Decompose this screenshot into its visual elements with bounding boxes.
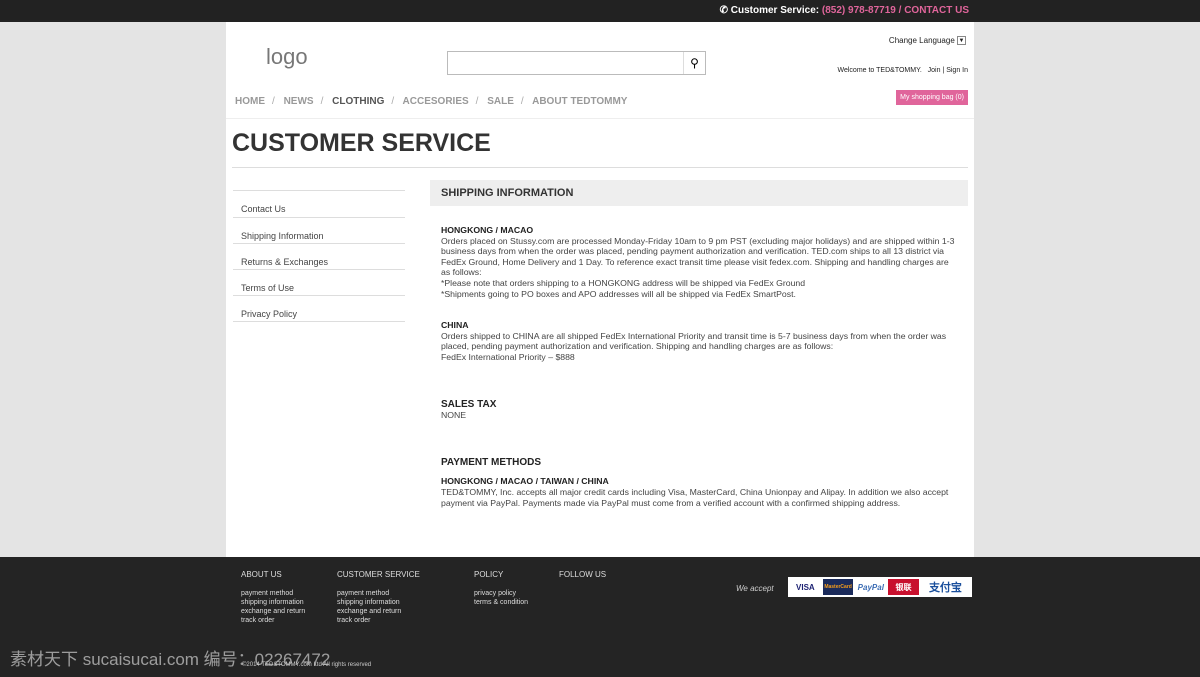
separator: /: [895, 5, 905, 16]
china-text: Orders shipped to CHINA are all shipped …: [441, 330, 947, 352]
footer-service: CUSTOMER SERVICE payment method shipping…: [337, 570, 420, 625]
footer-link[interactable]: exchange and return: [241, 607, 305, 616]
footer-policy: POLICY privacy policy terms & condition: [474, 570, 528, 607]
footer-about: ABOUT US payment method shipping informa…: [241, 570, 305, 625]
footer-link[interactable]: payment method: [337, 589, 420, 598]
nav-news[interactable]: NEWS: [284, 96, 314, 107]
we-accept-label: We accept: [736, 584, 774, 593]
sidebar-item-terms[interactable]: Terms of Use: [233, 270, 405, 296]
section-heading: SHIPPING INFORMATION: [430, 180, 968, 206]
footer-link[interactable]: track order: [241, 616, 305, 625]
logo[interactable]: logo: [266, 44, 308, 70]
footer-heading: POLICY: [474, 570, 504, 579]
sidebar-item-contact[interactable]: Contact Us: [233, 191, 405, 218]
hk-title: HONGKONG / MACAO: [441, 225, 534, 235]
search-button[interactable]: ⚲: [683, 52, 705, 74]
footer-link[interactable]: shipping information: [241, 598, 305, 607]
shopping-bag-button[interactable]: My shopping bag (0): [896, 90, 968, 105]
footer-heading: CUSTOMER SERVICE: [337, 570, 420, 579]
contact-us-link[interactable]: CONTACT US: [904, 5, 969, 16]
nav-clothing[interactable]: CLOTHING: [332, 96, 384, 107]
nav-separator: /: [391, 96, 395, 107]
unionpay-icon: 银联: [888, 579, 919, 595]
search-icon: ⚲: [690, 56, 699, 70]
nav-separator: /: [272, 96, 275, 107]
tax-title: SALES TAX: [441, 398, 497, 410]
nav-home[interactable]: HOME: [235, 96, 265, 107]
payment-title: PAYMENT METHODS: [441, 456, 542, 468]
search-input[interactable]: [448, 52, 680, 74]
main-content: SHIPPING INFORMATION HONGKONG / MACAO Or…: [430, 180, 968, 527]
mastercard-icon: MasterCard: [822, 579, 854, 595]
divider: [226, 118, 974, 119]
footer-follow: FOLLOW US: [559, 570, 606, 589]
nav-sale[interactable]: SALE: [487, 96, 514, 107]
copyright: ©2014 TED&TOMMY.com Ltd All rights reser…: [242, 662, 372, 668]
nav-separator: /: [520, 96, 524, 107]
hk-note: *Please note that orders shipping to a H…: [441, 277, 806, 288]
sign-in-link[interactable]: Sign In: [946, 67, 968, 74]
hk-note: *Shipments going to PO boxes and APO add…: [441, 288, 796, 299]
divider: [232, 167, 968, 168]
footer-link[interactable]: privacy policy: [474, 589, 528, 598]
customer-service-label: Customer Service:: [730, 5, 820, 16]
chevron-down-icon: ▼: [957, 36, 966, 46]
sidebar-item-shipping[interactable]: Shipping Information: [233, 218, 405, 244]
join-link[interactable]: Join: [928, 67, 941, 74]
sidebar-item-returns[interactable]: Returns & Exchanges: [233, 244, 405, 270]
welcome-bar: Welcome to TED&TOMMY. Join | Sign In: [837, 67, 969, 74]
language-label: Change Language: [888, 36, 955, 45]
hk-text: Orders placed on Stussy.com are processe…: [441, 235, 955, 278]
footer-link[interactable]: track order: [337, 616, 420, 625]
payment-subtitle: HONGKONG / MACAO / TAIWAN / CHINA: [441, 476, 609, 487]
nav-about[interactable]: ABOUT TEDTOMMY: [532, 96, 627, 107]
page-title: CUSTOMER SERVICE: [232, 129, 491, 157]
china-title: CHINA: [441, 320, 469, 331]
top-bar: ✆ Customer Service: (852) 978-87719 / CO…: [0, 0, 1200, 22]
main-nav: HOME / NEWS / CLOTHING / ACCESORIES / SALE / …: [235, 96, 631, 107]
welcome-text: Welcome to TED&TOMMY.: [837, 67, 922, 74]
nav-accesories[interactable]: ACCESORIES: [403, 96, 469, 107]
footer-link[interactable]: payment method: [241, 589, 305, 598]
footer-link[interactable]: shipping information: [337, 598, 420, 607]
china-price: FedEx International Priority – $888: [441, 351, 575, 362]
sidebar: Contact Us Shipping Information Returns …: [233, 190, 405, 322]
footer: ABOUT US payment method shipping informa…: [0, 557, 1200, 677]
sidebar-item-privacy[interactable]: Privacy Policy: [233, 296, 405, 322]
visa-icon: VISA: [796, 582, 815, 592]
footer-heading: ABOUT US: [241, 570, 282, 579]
nav-separator: /: [320, 96, 324, 107]
payment-cards: VISA MasterCard PayPal 银联 支付宝: [788, 577, 972, 597]
paypal-icon: PayPal: [857, 582, 884, 592]
footer-link[interactable]: terms & condition: [474, 598, 528, 607]
page-container: logo ⚲ Change Language ▼ Welcome to TED&…: [226, 22, 974, 557]
payment-text: TED&TOMMY, Inc. accepts all major credit…: [441, 486, 949, 508]
language-select[interactable]: Change Language ▼: [888, 36, 966, 46]
nav-separator: /: [475, 96, 479, 107]
phone-icon: ✆: [719, 5, 731, 16]
footer-heading: FOLLOW US: [559, 570, 607, 579]
footer-link[interactable]: exchange and return: [337, 607, 420, 616]
search-box: ⚲: [447, 51, 706, 75]
phone-number[interactable]: (852) 978-87719: [822, 5, 896, 16]
tax-text: NONE: [441, 410, 467, 421]
alipay-icon: 支付宝: [928, 582, 962, 594]
